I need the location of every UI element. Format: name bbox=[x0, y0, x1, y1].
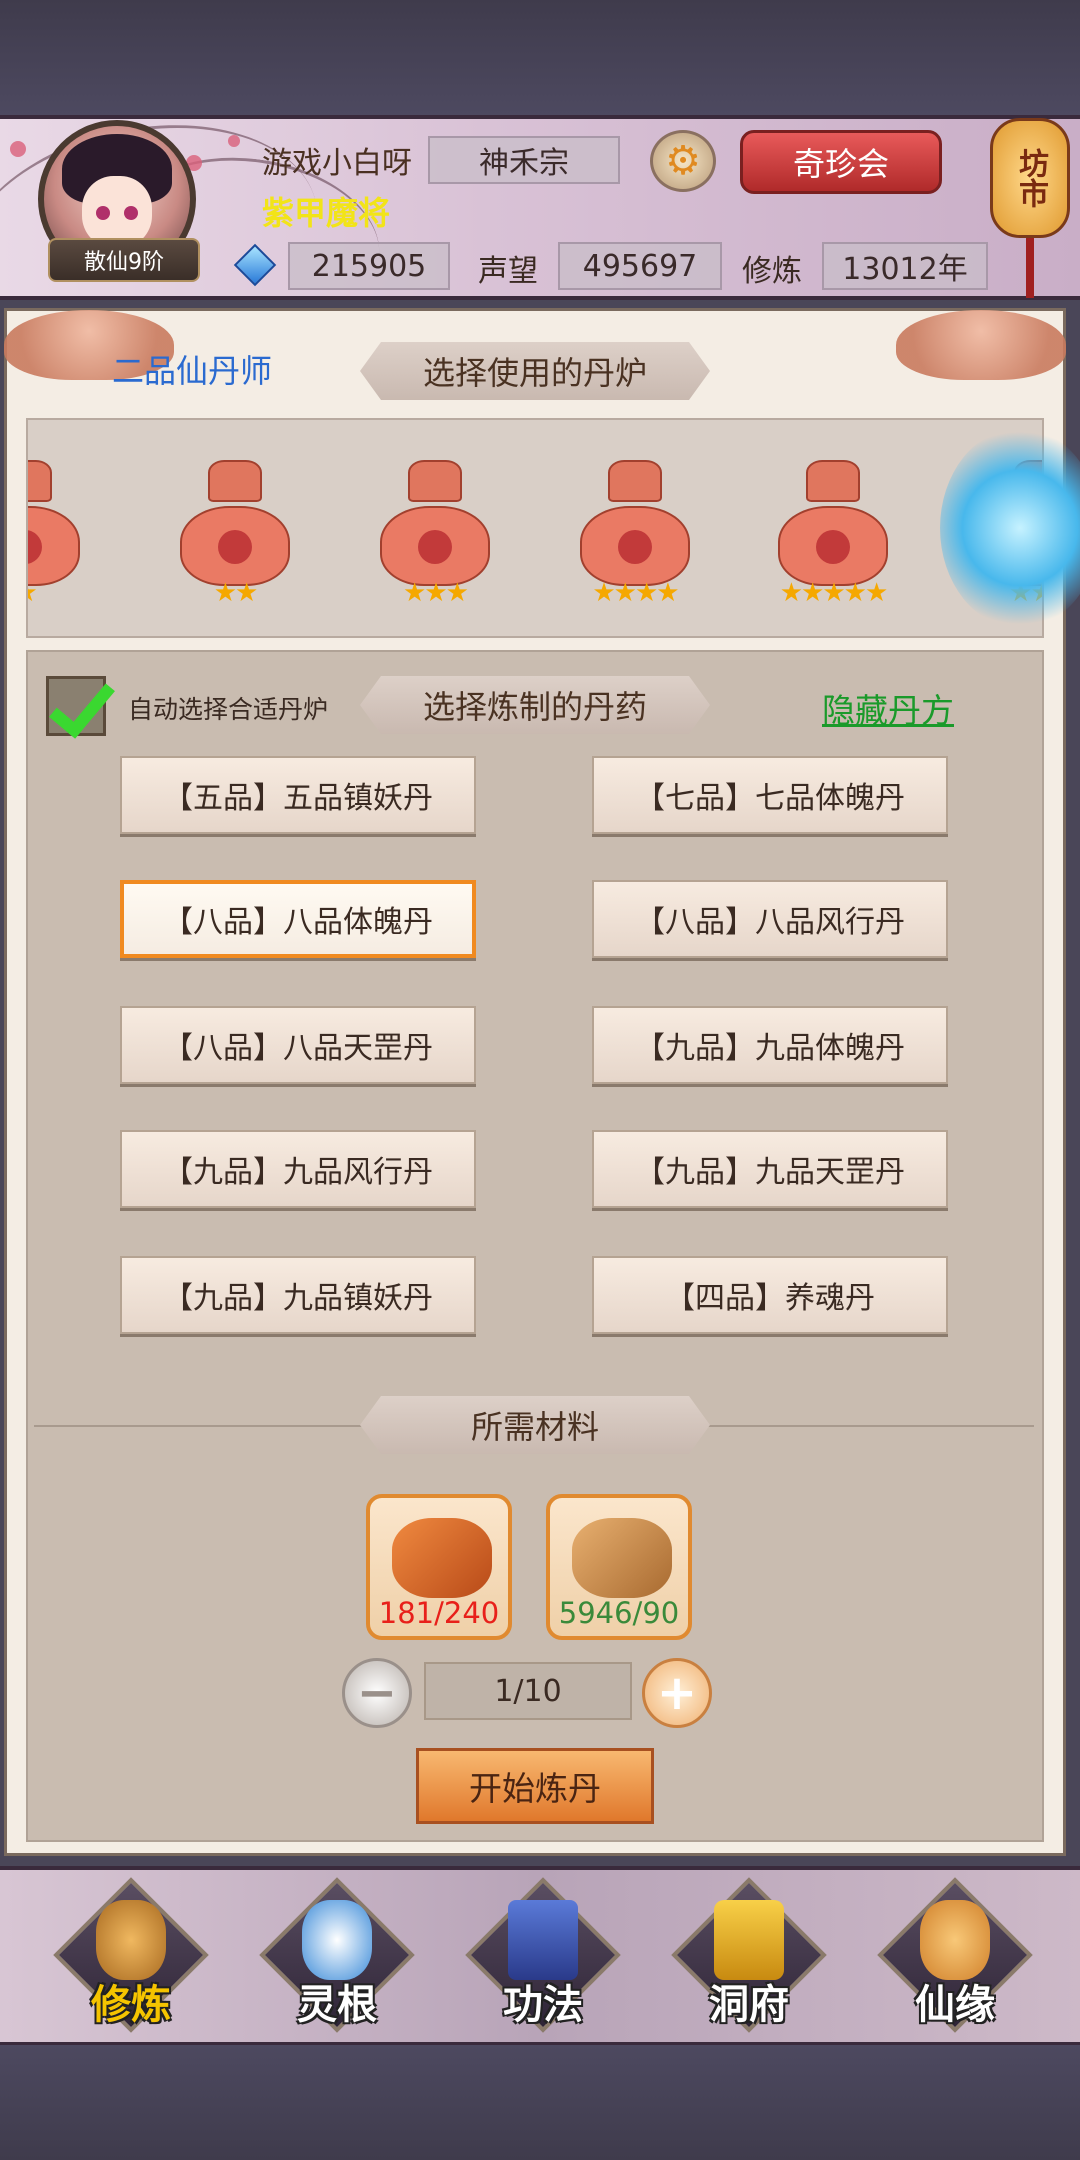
furnace-stars: ★★★★★ bbox=[779, 578, 889, 608]
sword-icon bbox=[302, 1900, 372, 1980]
plus-icon: + bbox=[656, 1665, 698, 1721]
nav-label: 灵根 bbox=[297, 1982, 377, 2028]
recipe-button[interactable]: 【四品】养魂丹 bbox=[592, 1256, 948, 1334]
fame-value: 495697 bbox=[558, 242, 722, 290]
furnace-5[interactable]: ★★★★★ bbox=[768, 460, 898, 610]
recipe-button[interactable]: 【八品】八品风行丹 bbox=[592, 880, 948, 958]
recipe-button[interactable]: 【九品】九品镇妖丹 bbox=[120, 1256, 476, 1334]
furnace-1[interactable]: ★ bbox=[28, 460, 90, 610]
cultivation-rank-badge: 散仙9阶 bbox=[48, 238, 200, 282]
auto-select-checkbox[interactable] bbox=[46, 669, 115, 739]
furnace-3[interactable]: ★★★ bbox=[370, 460, 500, 610]
recipe-button[interactable]: 【九品】九品体魄丹 bbox=[592, 1006, 948, 1084]
recipe-button[interactable]: 【五品】五品镇妖丹 bbox=[120, 756, 476, 834]
material-slot-cordyceps[interactable]: 181/240 bbox=[366, 1494, 512, 1640]
quantity-display: 1/10 bbox=[424, 1662, 632, 1720]
bottom-backdrop bbox=[0, 2045, 1080, 2160]
sect-name: 神禾宗 bbox=[428, 136, 620, 184]
player-title: 紫甲魔将 bbox=[262, 194, 391, 232]
furnace-carousel[interactable]: ★ ★★ ★★★ ★★★★ ★★★★★ ★★★ bbox=[26, 418, 1044, 638]
furnace-stars: ★★★★ bbox=[592, 578, 679, 608]
cultivation-label: 修炼 bbox=[742, 254, 802, 289]
furnace-4[interactable]: ★★★★ bbox=[570, 460, 700, 610]
cultivation-value: 13012年 bbox=[822, 242, 988, 290]
top-backdrop bbox=[0, 0, 1080, 115]
nav-spirit-root[interactable]: 灵根 bbox=[259, 1877, 415, 2033]
start-alchemy-button[interactable]: 开始炼丹 bbox=[416, 1748, 654, 1824]
lantern-tassel bbox=[1026, 238, 1034, 298]
recipe-button[interactable]: 【八品】八品天罡丹 bbox=[120, 1006, 476, 1084]
pavilion-icon bbox=[714, 1900, 784, 1980]
nav-techniques[interactable]: 功法 bbox=[465, 1877, 621, 2033]
settings-button[interactable]: ⚙ bbox=[650, 130, 716, 192]
nav-fortune[interactable]: 仙缘 bbox=[877, 1877, 1033, 2033]
furnace-stars: ★★★ bbox=[403, 578, 469, 608]
material-slot-ginseng[interactable]: 5946/90 bbox=[546, 1494, 692, 1640]
auto-select-label: 自动选择合适丹炉 bbox=[128, 695, 329, 724]
material-count: 181/240 bbox=[378, 1596, 500, 1630]
monk-icon bbox=[96, 1900, 166, 1980]
increase-quantity-button[interactable]: + bbox=[642, 1658, 712, 1728]
recipe-button[interactable]: 【七品】七品体魄丹 bbox=[592, 756, 948, 834]
material-count: 5946/90 bbox=[558, 1596, 680, 1630]
hide-recipes-link[interactable]: 隐藏丹方 bbox=[822, 684, 954, 732]
nav-cave-dwelling[interactable]: 洞府 bbox=[671, 1877, 827, 2033]
gem-count: 215905 bbox=[288, 242, 450, 290]
fame-label: 声望 bbox=[478, 254, 538, 289]
cloud-ornament-right bbox=[896, 310, 1066, 380]
treasure-auction-button[interactable]: 奇珍会 bbox=[740, 130, 942, 194]
furnace-2[interactable]: ★★ bbox=[170, 460, 300, 610]
alchemist-rank: 二品仙丹师 bbox=[112, 352, 273, 390]
gourd-icon bbox=[920, 1900, 990, 1980]
market-lantern-button[interactable]: 坊市 bbox=[990, 118, 1070, 238]
ginseng-icon bbox=[572, 1518, 672, 1598]
furnace-stars: ★★ bbox=[213, 578, 259, 608]
minus-icon: − bbox=[356, 1665, 398, 1721]
check-icon bbox=[49, 669, 115, 739]
cordyceps-icon bbox=[392, 1518, 492, 1598]
recipe-button[interactable]: 【九品】九品风行丹 bbox=[120, 1130, 476, 1208]
nav-label: 洞府 bbox=[709, 1982, 789, 2028]
nav-label: 修炼 bbox=[91, 1982, 171, 2028]
player-name: 游戏小白呀 bbox=[262, 146, 412, 181]
recipe-button[interactable]: 【九品】九品天罡丹 bbox=[592, 1130, 948, 1208]
recipe-button-selected[interactable]: 【八品】八品体魄丹 bbox=[120, 880, 476, 958]
furnace-stars: ★ bbox=[28, 578, 90, 608]
furnace-section-header: 选择使用的丹炉 bbox=[360, 342, 710, 400]
gear-icon: ⚙ bbox=[665, 138, 701, 184]
nav-label: 功法 bbox=[503, 1982, 583, 2028]
materials-section-header: 所需材料 bbox=[360, 1396, 710, 1454]
nav-cultivate[interactable]: 修炼 bbox=[53, 1877, 209, 2033]
nav-label: 仙缘 bbox=[915, 1982, 995, 2028]
book-icon bbox=[508, 1900, 578, 1980]
pill-section-header: 选择炼制的丹药 bbox=[360, 676, 710, 734]
decrease-quantity-button[interactable]: − bbox=[342, 1658, 412, 1728]
